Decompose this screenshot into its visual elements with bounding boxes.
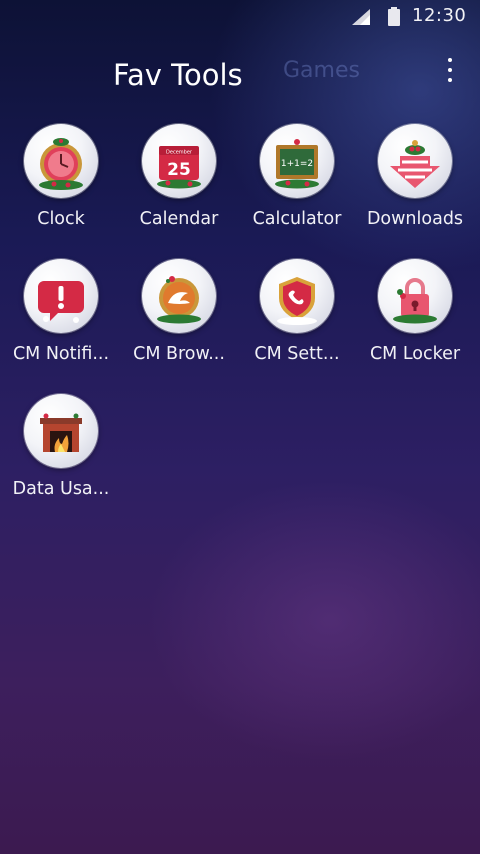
clock-icon [24,124,98,198]
calculator-chalk-text: 1+1=2 [281,159,313,169]
overflow-menu-icon[interactable] [440,56,460,86]
app-cm-notification[interactable]: CM Notifi... [0,259,120,379]
app-label: Calendar [139,209,219,229]
app-cm-locker[interactable]: CM Locker [354,259,474,379]
app-cm-browser[interactable]: CM Brow... [118,259,238,379]
signal-icon [352,9,370,25]
status-bar: 12:30 [0,0,480,34]
calendar-day-text: 25 [167,160,191,180]
calculator-icon: 1+1=2 [260,124,334,198]
home-screen: 12:30 Fav Tools Games Clock December 25 … [0,0,480,854]
notification-icon [24,259,98,333]
settings-icon [260,259,334,333]
app-label: CM Brow... [133,344,225,364]
app-label: CM Notifi... [12,344,110,364]
app-label: Downloads [366,209,464,229]
status-time: 12:30 [412,5,467,26]
app-calendar[interactable]: December 25 Calendar [118,124,238,244]
app-label: Data Usa... [12,479,110,499]
calendar-month-text: December [166,150,193,156]
tab-fav-tools[interactable]: Fav Tools [113,58,243,92]
battery-icon [388,7,400,26]
app-clock[interactable]: Clock [0,124,120,244]
app-cm-settings[interactable]: CM Sett... [236,259,356,379]
app-downloads[interactable]: Downloads [354,124,474,244]
app-label: Clock [37,209,85,229]
browser-icon [142,259,216,333]
app-calculator[interactable]: 1+1=2 Calculator [236,124,356,244]
app-label: CM Sett... [254,344,340,364]
folder-header: Fav Tools Games [0,40,480,110]
app-data-usage[interactable]: Data Usa... [0,394,120,514]
app-label: Calculator [252,209,342,229]
fireplace-icon [24,394,98,468]
tab-games[interactable]: Games [283,58,360,83]
calendar-icon: December 25 [142,124,216,198]
downloads-icon [378,124,452,198]
app-label: CM Locker [369,344,461,364]
locker-icon [378,259,452,333]
